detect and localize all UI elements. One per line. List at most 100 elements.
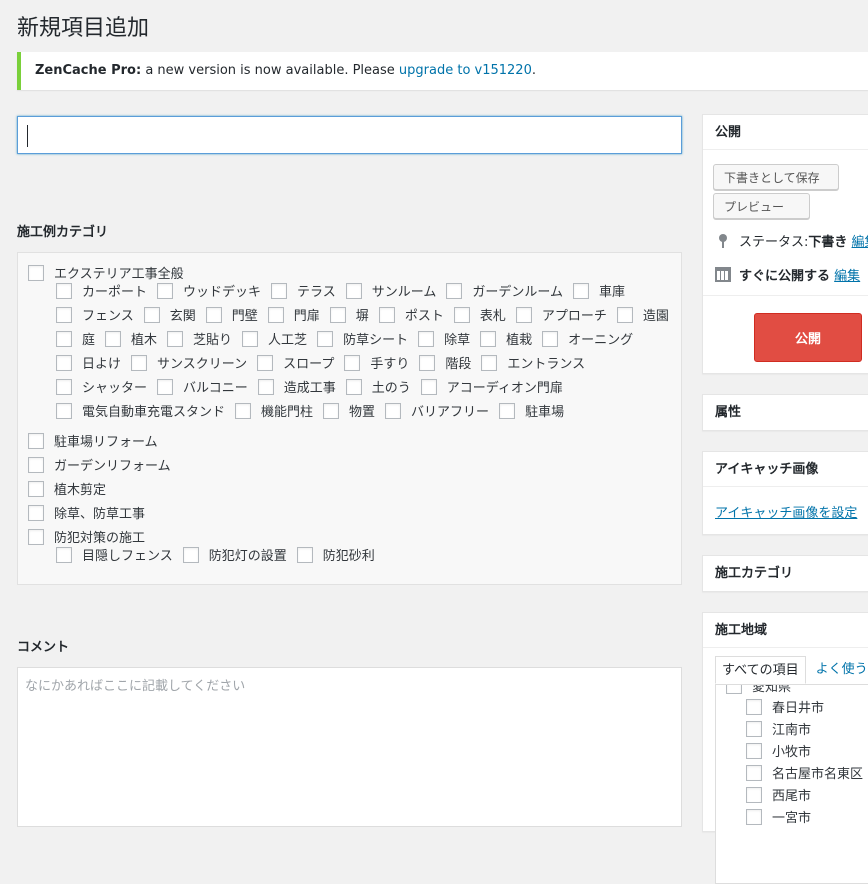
category-item[interactable]: 日よけ: [56, 353, 121, 372]
category-item[interactable]: 門扉: [267, 305, 320, 324]
region-item[interactable]: 名古屋市名東区: [746, 763, 863, 782]
region-checklist[interactable]: 愛知県 春日井市江南市小牧市名古屋市名東区 西尾市一宮市: [715, 684, 868, 884]
region-checkbox[interactable]: [746, 764, 762, 781]
category-item[interactable]: オーニング: [542, 329, 633, 348]
category-checkbox[interactable]: [56, 282, 72, 299]
category-item[interactable]: サンスクリーン: [131, 353, 247, 372]
category-item[interactable]: 造成工事: [257, 377, 336, 396]
category-checkbox[interactable]: [182, 546, 199, 563]
category-item[interactable]: テラス: [271, 281, 336, 300]
category-item[interactable]: 植栽: [480, 329, 532, 348]
category-item[interactable]: 防草シート: [317, 329, 408, 348]
category-item[interactable]: 植木: [105, 329, 157, 348]
publish-button[interactable]: 公開: [754, 313, 862, 362]
category-checkbox[interactable]: [267, 306, 284, 323]
region-checkbox[interactable]: [746, 742, 762, 759]
category-item[interactable]: ガーデンリフォーム: [28, 455, 171, 474]
category-checkbox[interactable]: [242, 330, 259, 347]
category-checkbox[interactable]: [56, 402, 72, 419]
category-item[interactable]: 防犯砂利: [296, 545, 375, 564]
construction-category-panel[interactable]: 施工カテゴリ: [702, 555, 868, 592]
category-item[interactable]: 目隠しフェンス: [56, 545, 173, 564]
category-checkbox[interactable]: [56, 546, 72, 563]
category-item[interactable]: 電気自動車充電スタンド: [56, 401, 225, 420]
category-checkbox[interactable]: [167, 330, 184, 347]
category-checkbox[interactable]: [28, 528, 44, 545]
category-item[interactable]: ウッドデッキ: [157, 281, 261, 300]
category-checkbox[interactable]: [573, 282, 590, 299]
category-checkbox[interactable]: [28, 504, 44, 521]
tab-all-items[interactable]: すべての項目: [715, 656, 806, 684]
category-item[interactable]: 玄関: [143, 305, 196, 324]
category-checkbox[interactable]: [157, 378, 174, 395]
category-item[interactable]: 駐車場リフォーム: [28, 431, 158, 450]
category-item[interactable]: カーポート: [56, 281, 147, 300]
category-item[interactable]: エクステリア工事全般: [28, 263, 184, 282]
title-input[interactable]: [17, 116, 682, 154]
category-checkbox[interactable]: [499, 402, 516, 419]
category-checkbox[interactable]: [616, 306, 633, 323]
category-item[interactable]: 駐車場: [499, 401, 564, 420]
region-checkbox[interactable]: [746, 720, 762, 737]
category-checkbox[interactable]: [345, 282, 362, 299]
category-checkbox[interactable]: [420, 378, 437, 395]
region-item[interactable]: 江南市: [746, 719, 811, 738]
category-checkbox[interactable]: [205, 306, 222, 323]
category-checkbox[interactable]: [131, 354, 148, 371]
region-item[interactable]: 春日井市: [746, 697, 824, 716]
category-checkbox[interactable]: [105, 330, 122, 347]
category-checkbox[interactable]: [56, 306, 72, 323]
category-item[interactable]: 除草: [418, 329, 470, 348]
category-checkbox[interactable]: [378, 306, 395, 323]
category-item[interactable]: 防犯対策の施工: [28, 527, 145, 546]
category-item[interactable]: 機能門柱: [235, 401, 313, 420]
category-item[interactable]: 芝貼り: [167, 329, 232, 348]
schedule-edit-link[interactable]: 編集: [834, 265, 860, 284]
category-item[interactable]: バルコニー: [157, 377, 248, 396]
category-checkbox[interactable]: [329, 306, 346, 323]
category-item[interactable]: 階段: [419, 353, 471, 372]
category-checkbox[interactable]: [28, 456, 44, 473]
category-checkbox[interactable]: [271, 282, 288, 299]
category-checkbox[interactable]: [344, 354, 361, 371]
region-checkbox[interactable]: [746, 786, 762, 803]
category-item[interactable]: アコーディオン門扉: [420, 377, 563, 396]
category-checkbox[interactable]: [480, 330, 497, 347]
attributes-panel[interactable]: 属性: [702, 394, 868, 431]
category-item[interactable]: 植木剪定: [28, 479, 106, 498]
region-item[interactable]: 西尾市: [746, 785, 811, 804]
category-checkbox[interactable]: [157, 282, 174, 299]
category-item[interactable]: 土のう: [345, 377, 411, 396]
category-checkbox[interactable]: [323, 402, 340, 419]
region-item[interactable]: 小牧市: [746, 741, 811, 760]
category-checkbox[interactable]: [56, 378, 72, 395]
category-checkbox[interactable]: [385, 402, 402, 419]
category-item[interactable]: 防犯灯の設置: [182, 545, 287, 564]
category-item[interactable]: エントランス: [481, 353, 585, 372]
save-draft-button[interactable]: 下書きとして保存: [713, 164, 839, 190]
category-item[interactable]: 庭: [56, 329, 95, 348]
preview-button[interactable]: プレビュー: [713, 193, 810, 219]
category-item[interactable]: 門壁: [205, 305, 258, 324]
category-item[interactable]: 塀: [329, 305, 369, 324]
category-item[interactable]: スロープ: [257, 353, 334, 372]
category-checkbox[interactable]: [56, 330, 72, 347]
status-edit-link[interactable]: 編集: [852, 231, 868, 250]
category-item[interactable]: 物置: [323, 401, 375, 420]
category-item[interactable]: 表札: [453, 305, 506, 324]
category-checkbox[interactable]: [28, 480, 44, 497]
region-item[interactable]: 一宮市: [746, 807, 811, 826]
category-item[interactable]: シャッター: [56, 377, 147, 396]
category-checkbox[interactable]: [542, 330, 559, 347]
category-item[interactable]: サンルーム: [345, 281, 436, 300]
category-item[interactable]: 手すり: [344, 353, 409, 372]
upgrade-link[interactable]: upgrade to v151220: [399, 63, 532, 78]
comment-textarea[interactable]: なにかあればここに記載してください: [17, 667, 682, 827]
category-item[interactable]: フェンス: [56, 305, 134, 324]
region-checkbox[interactable]: [746, 698, 762, 715]
region-item-partial[interactable]: 愛知県: [726, 685, 791, 695]
category-item[interactable]: 造園: [616, 305, 669, 324]
category-checkbox[interactable]: [453, 306, 470, 323]
category-checkbox[interactable]: [446, 282, 463, 299]
category-checkbox[interactable]: [257, 354, 274, 371]
